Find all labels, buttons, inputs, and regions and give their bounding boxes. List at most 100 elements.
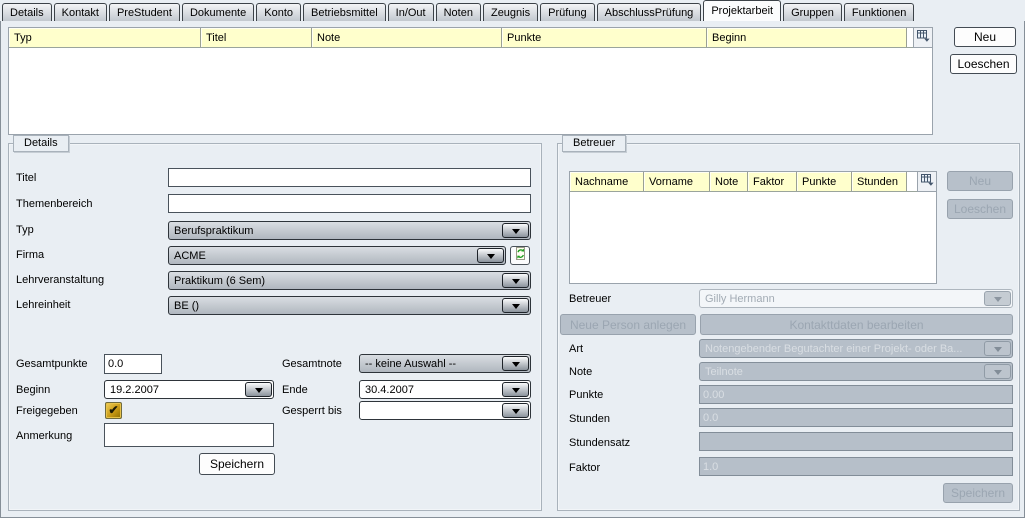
beginn-date-select[interactable]: 19.2.2007: [104, 380, 274, 399]
art-label: Art: [569, 343, 583, 355]
column-header-stunden[interactable]: Stunden: [852, 172, 907, 191]
project-table: Typ Titel Note Punkte Beginn: [8, 27, 933, 135]
column-header-punkte2[interactable]: Punkte: [797, 172, 852, 191]
project-table-body[interactable]: [9, 48, 932, 133]
ende-label: Ende: [282, 384, 308, 396]
punkte-input[interactable]: [699, 385, 1013, 404]
tab-funktionen[interactable]: Funktionen: [844, 3, 914, 21]
tab-pruefung[interactable]: Prüfung: [540, 3, 595, 21]
tab-betriebsmittel[interactable]: Betriebsmittel: [303, 3, 386, 21]
tab-projektarbeit[interactable]: Projektarbeit: [703, 0, 781, 21]
firma-select[interactable]: ACME: [168, 246, 506, 265]
firma-value: ACME: [169, 250, 476, 262]
column-header-nachname[interactable]: Nachname: [570, 172, 644, 191]
tab-inout[interactable]: In/Out: [388, 3, 434, 21]
chevron-down-icon: [502, 356, 529, 371]
tab-abschlusspruefung[interactable]: AbschlussPrüfung: [597, 3, 702, 21]
note-label: Note: [569, 366, 592, 378]
anmerkung-input[interactable]: [104, 423, 274, 447]
themenbereich-label: Themenbereich: [16, 198, 92, 210]
chevron-down-icon: [984, 364, 1011, 379]
column-header-punkte[interactable]: Punkte: [502, 28, 707, 47]
themenbereich-input[interactable]: [168, 194, 531, 213]
chevron-down-icon: [477, 248, 504, 263]
typ-value: Berufspraktikum: [169, 225, 501, 237]
details-group: Details Titel Themenbereich Typ Berufspr…: [8, 143, 542, 511]
tab-zeugnis[interactable]: Zeugnis: [483, 3, 538, 21]
neue-person-anlegen-button[interactable]: Neue Person anlegen: [560, 314, 696, 335]
lehrveranstaltung-value: Praktikum (6 Sem): [169, 275, 501, 287]
tab-noten[interactable]: Noten: [436, 3, 481, 21]
chevron-down-icon: [502, 382, 529, 397]
lehrveranstaltung-select[interactable]: Praktikum (6 Sem): [168, 271, 531, 290]
chevron-down-icon: [984, 341, 1011, 356]
betreuer-group-title: Betreuer: [562, 135, 626, 152]
faktor-input[interactable]: [699, 457, 1013, 476]
note-value: Teilnote: [700, 366, 983, 378]
titel-input[interactable]: [168, 168, 531, 187]
lehreinheit-label: Lehreinheit: [16, 299, 70, 311]
firma-label: Firma: [16, 249, 44, 261]
betreuer-table: Nachname Vorname Note Faktor Punkte Stun…: [569, 171, 937, 284]
details-group-title: Details: [13, 135, 69, 152]
betreuer-table-body[interactable]: [570, 192, 936, 282]
betreuer-table-header: Nachname Vorname Note Faktor Punkte Stun…: [570, 172, 936, 192]
column-header-beginn[interactable]: Beginn: [707, 28, 907, 47]
faktor-label: Faktor: [569, 462, 600, 474]
typ-select[interactable]: Berufspraktikum: [168, 221, 531, 240]
column-control-icon: [917, 30, 930, 45]
neu-button[interactable]: Neu: [954, 27, 1016, 47]
kontaktdaten-bearbeiten-button[interactable]: Kontakttdaten bearbeiten: [700, 314, 1013, 335]
chevron-down-icon: [502, 298, 529, 313]
tab-bar: Details Kontakt PreStudent Dokumente Kon…: [0, 0, 1025, 21]
chevron-down-icon: [984, 291, 1011, 306]
column-header-note[interactable]: Note: [312, 28, 502, 47]
betreuer-speichern-button[interactable]: Speichern: [943, 483, 1013, 503]
typ-label: Typ: [16, 224, 34, 236]
gesamtnote-label: Gesamtnote: [282, 358, 342, 370]
gesamtnote-value: -- keine Auswahl --: [360, 358, 501, 370]
stunden-input[interactable]: [699, 408, 1013, 427]
column-header-faktor[interactable]: Faktor: [748, 172, 797, 191]
betreuer-select-value: Gilly Hermann: [700, 293, 983, 305]
betreuer-select[interactable]: Gilly Hermann: [699, 289, 1013, 308]
loeschen-button[interactable]: Loeschen: [950, 54, 1017, 74]
column-control-button[interactable]: [917, 172, 936, 192]
betreuer-group: Betreuer Nachname Vorname Note Faktor Pu…: [557, 143, 1020, 511]
column-control-button[interactable]: [913, 28, 932, 48]
column-header-vorname[interactable]: Vorname: [644, 172, 710, 191]
column-header-typ[interactable]: Typ: [9, 28, 201, 47]
note-select[interactable]: Teilnote: [699, 362, 1013, 381]
tab-dokumente[interactable]: Dokumente: [182, 3, 254, 21]
refresh-icon: [514, 247, 527, 264]
column-header-titel[interactable]: Titel: [201, 28, 312, 47]
gesamtpunkte-input[interactable]: [104, 354, 162, 374]
freigegeben-checkbox[interactable]: [105, 402, 122, 419]
lehreinheit-select[interactable]: BE (): [168, 296, 531, 315]
anmerkung-label: Anmerkung: [16, 430, 72, 442]
art-select[interactable]: Notengebender Begutachter einer Projekt-…: [699, 339, 1013, 358]
tab-gruppen[interactable]: Gruppen: [783, 3, 842, 21]
gesamtpunkte-label: Gesamtpunkte: [16, 358, 88, 370]
tab-details[interactable]: Details: [2, 3, 52, 21]
column-header-note2[interactable]: Note: [710, 172, 748, 191]
lehreinheit-value: BE (): [169, 300, 501, 312]
stunden-label: Stunden: [569, 413, 610, 425]
gesperrt-bis-date-select[interactable]: [359, 401, 531, 420]
ende-date-select[interactable]: 30.4.2007: [359, 380, 531, 399]
betreuer-loeschen-button[interactable]: Loeschen: [947, 199, 1013, 219]
gesperrt-bis-label: Gesperrt bis: [282, 405, 342, 417]
tab-prestudent[interactable]: PreStudent: [109, 3, 180, 21]
firma-refresh-button[interactable]: [510, 246, 530, 265]
betreuer-neu-button[interactable]: Neu: [947, 171, 1013, 191]
chevron-down-icon: [502, 403, 529, 418]
betreuer-select-label: Betreuer: [569, 293, 611, 305]
stundensatz-label: Stundensatz: [569, 437, 630, 449]
freigegeben-label: Freigegeben: [16, 405, 78, 417]
details-speichern-button[interactable]: Speichern: [199, 453, 275, 475]
tab-kontakt[interactable]: Kontakt: [54, 3, 107, 21]
tab-konto[interactable]: Konto: [256, 3, 301, 21]
gesamtnote-select[interactable]: -- keine Auswahl --: [359, 354, 531, 373]
beginn-value: 19.2.2007: [105, 384, 244, 396]
stundensatz-input[interactable]: [699, 432, 1013, 451]
